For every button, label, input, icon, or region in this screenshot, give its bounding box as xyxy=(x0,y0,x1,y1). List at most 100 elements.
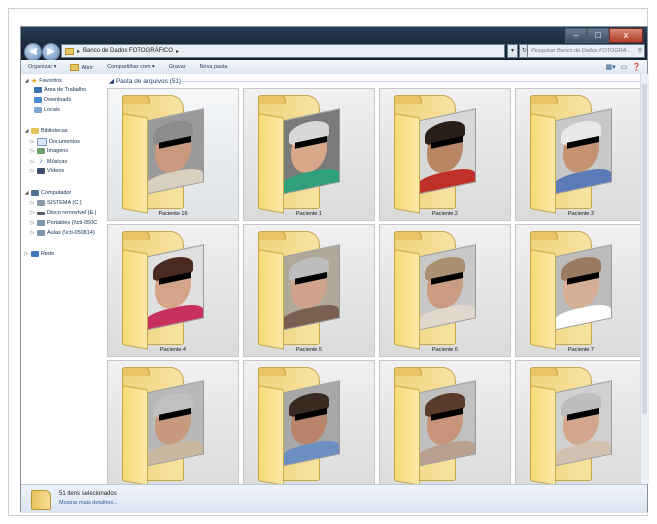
network-drive-icon xyxy=(37,220,45,226)
expand-arrow-icon[interactable]: ▷ xyxy=(30,148,35,154)
folder-tile[interactable]: Paciente 5 xyxy=(243,224,375,357)
expand-arrow-icon[interactable]: ▷ xyxy=(24,251,29,257)
folder-tab xyxy=(122,231,150,240)
network-icon xyxy=(31,251,39,257)
sidebar-item-places[interactable]: Locais xyxy=(34,107,60,113)
folder-label: Paciente 16 xyxy=(158,211,188,217)
preview-pane-icon[interactable]: ▭ xyxy=(621,63,628,71)
forward-button[interactable]: ▶ xyxy=(42,43,60,61)
group-header[interactable]: ◢ Pasta de arquivos (51) xyxy=(109,77,181,85)
folder-tile[interactable] xyxy=(107,360,239,484)
sidebar-item-system-drive[interactable]: ▷ SISTEMA (C:) xyxy=(30,200,82,206)
folder-label: Paciente 5 xyxy=(296,347,322,353)
folder-front xyxy=(530,385,556,484)
sidebar-label: SISTEMA (C:) xyxy=(47,200,82,206)
star-icon: ★ xyxy=(31,78,38,85)
downloads-icon xyxy=(34,97,42,103)
patient-photo xyxy=(552,244,612,331)
sidebar-network[interactable]: ▷ Rede xyxy=(24,251,54,257)
folder-front xyxy=(258,249,284,350)
file-view: ◢ Pasta de arquivos (51) Paciente 16 Paci… xyxy=(103,74,649,484)
search-input[interactable]: Pesquisar Banco de Dados FOTOGRÁ... ⚲ xyxy=(527,44,645,58)
expand-arrow-icon[interactable]: ▷ xyxy=(30,200,35,206)
expand-arrow-icon[interactable]: ▷ xyxy=(30,210,35,216)
folder-tile[interactable]: Paciente 16 xyxy=(107,88,239,221)
sidebar-item-desktop[interactable]: Área de Trabalho xyxy=(34,87,86,93)
expand-arrow-icon[interactable]: ▷ xyxy=(30,159,35,165)
burn-button[interactable]: Gravar xyxy=(162,64,193,70)
sidebar-item-videos[interactable]: ▷ Vídeos xyxy=(30,168,64,174)
expand-arrow-icon[interactable]: ▷ xyxy=(30,168,35,174)
folder-tile[interactable] xyxy=(243,360,375,484)
collapse-arrow-icon[interactable]: ◢ xyxy=(24,78,29,84)
sidebar-item-images[interactable]: ▷ Imagens xyxy=(30,148,68,154)
folder-tab xyxy=(394,95,422,104)
sidebar-label: Portables (\\cti-050C xyxy=(47,220,98,226)
folder-front xyxy=(394,385,420,484)
open-button[interactable]: Abrir xyxy=(63,63,100,71)
sidebar-item-removable-disk[interactable]: ▷ Disco removível (E:) xyxy=(30,210,97,216)
minimize-button[interactable]: – xyxy=(565,28,587,43)
back-button[interactable]: ◀ xyxy=(24,43,42,61)
folder-tile[interactable]: Paciente 2 xyxy=(379,88,511,221)
sidebar-libraries[interactable]: ◢ Bibliotecas xyxy=(24,128,68,134)
help-icon[interactable]: ❓ xyxy=(632,63,641,71)
computer-icon xyxy=(31,190,39,196)
sidebar-label: Área de Trabalho xyxy=(44,87,87,93)
patient-photo xyxy=(416,380,476,467)
open-label: Abrir xyxy=(81,64,94,71)
sidebar-item-portables[interactable]: ▷ Portables (\\cti-050C xyxy=(30,220,97,226)
images-icon xyxy=(37,148,45,154)
command-bar: Organizar ▾ Abrir Compartilhar com ▾ Gra… xyxy=(21,60,647,75)
breadcrumb-item[interactable]: Banco de Dados FOTOGRÁFICO xyxy=(83,48,173,54)
collapse-arrow-icon[interactable]: ◢ xyxy=(24,190,29,196)
patient-photo xyxy=(280,380,340,467)
patient-photo xyxy=(144,108,204,195)
close-button[interactable]: x xyxy=(609,28,643,43)
sidebar-favorites[interactable]: ◢ ★ Favoritos xyxy=(24,77,62,85)
folder-tile[interactable]: Paciente 3 xyxy=(515,88,647,221)
organize-button[interactable]: Organizar ▾ xyxy=(21,64,63,70)
show-details-link[interactable]: Mostrar mais detalhes... xyxy=(59,500,118,506)
folder-tile[interactable] xyxy=(379,360,511,484)
folder-tile[interactable]: Paciente 1 xyxy=(243,88,375,221)
folder-tile[interactable]: Paciente 4 xyxy=(107,224,239,357)
patient-photo xyxy=(280,244,340,331)
window-controls: – □ x xyxy=(565,28,643,43)
collapse-arrow-icon[interactable]: ◢ xyxy=(24,128,29,134)
sidebar-item-aulas[interactable]: ▷ Aulas (\\cti-050814) xyxy=(30,230,95,236)
share-button[interactable]: Compartilhar com ▾ xyxy=(100,64,162,70)
expand-arrow-icon[interactable]: ▷ xyxy=(30,139,35,145)
sidebar-computer[interactable]: ◢ Computador xyxy=(24,190,71,196)
sidebar-item-downloads[interactable]: Downloads xyxy=(34,97,71,103)
folder-tab xyxy=(530,367,558,376)
network-drive-icon xyxy=(37,230,45,236)
patient-photo xyxy=(552,108,612,195)
folder-front xyxy=(394,113,420,214)
expand-arrow-icon[interactable]: ▷ xyxy=(30,230,35,236)
address-bar[interactable]: ▸ Banco de Dados FOTOGRÁFICO ▸ xyxy=(61,44,505,58)
sidebar-item-music[interactable]: ▷ ♪ Músicas xyxy=(30,158,68,165)
scrollbar-thumb[interactable] xyxy=(642,84,647,414)
folder-tile[interactable]: Paciente 6 xyxy=(379,224,511,357)
sidebar-label: Favoritos xyxy=(39,78,62,84)
history-dropdown-icon[interactable]: ▾ xyxy=(507,44,518,58)
folder-label: Paciente 6 xyxy=(432,347,458,353)
folder-tile[interactable] xyxy=(515,360,647,484)
sidebar-item-documents[interactable]: ▷ Documentos xyxy=(30,138,80,146)
folder-tab xyxy=(394,231,422,240)
expand-arrow-icon[interactable]: ▷ xyxy=(30,220,35,226)
folder-label: Paciente 2 xyxy=(432,211,458,217)
folder-front xyxy=(258,385,284,484)
folder-front xyxy=(122,249,148,350)
sidebar-label: Computador xyxy=(41,190,72,196)
libraries-icon xyxy=(31,128,39,134)
folder-tile[interactable]: Paciente 7 xyxy=(515,224,647,357)
maximize-button[interactable]: □ xyxy=(587,28,609,43)
view-options-icon[interactable]: ▦▾ xyxy=(606,63,616,71)
folder-tab xyxy=(122,95,150,104)
vertical-scrollbar[interactable] xyxy=(640,74,649,484)
explorer-window: – □ x ◀ ▶ ▸ Banco de Dados FOTOGRÁFICO ▸… xyxy=(20,26,649,513)
new-folder-button[interactable]: Nova pasta xyxy=(193,64,235,70)
sidebar-label: Músicas xyxy=(47,158,68,165)
